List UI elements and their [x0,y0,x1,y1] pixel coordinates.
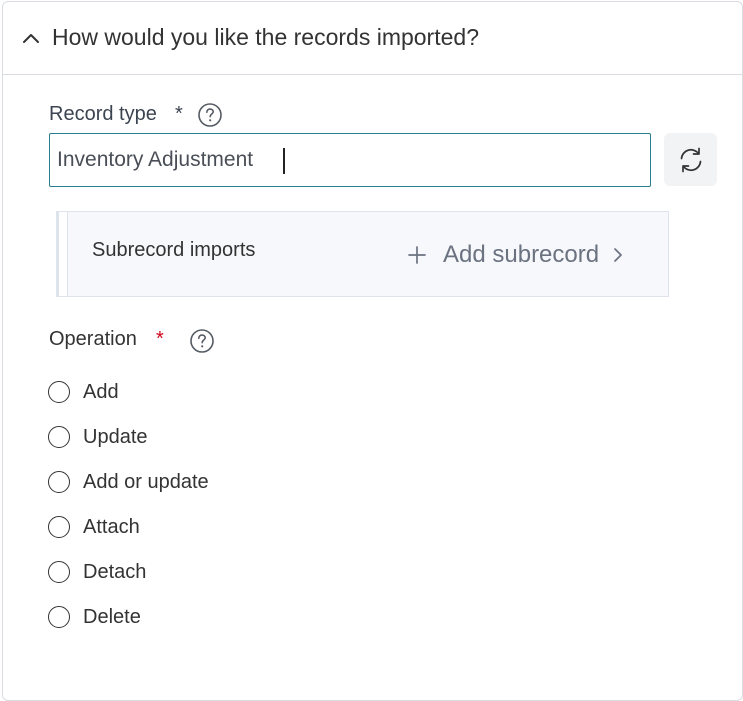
radio-label: Update [83,425,148,448]
operation-option-update[interactable]: Update [48,422,148,452]
operation-required-marker: * [156,328,164,350]
plus-icon [408,246,426,264]
chevron-up-icon[interactable] [20,28,42,50]
section-title: How would you like the records imported? [52,24,479,50]
radio-button[interactable] [48,561,70,583]
text-cursor [283,148,285,174]
record-type-help-icon[interactable] [197,102,223,128]
radio-label: Add [83,380,119,403]
radio-label: Attach [83,515,140,538]
record-type-required-marker: * [175,103,183,125]
radio-button[interactable] [48,516,70,538]
subrecord-inner-border [67,211,68,297]
radio-button[interactable] [48,426,70,448]
refresh-record-types-button[interactable] [664,133,717,186]
add-subrecord-button[interactable]: Add subrecord [406,238,627,272]
operation-option-add-or-update[interactable]: Add or update [48,467,209,497]
radio-label: Detach [83,560,147,583]
record-type-label: Record type [49,103,157,125]
refresh-icon [680,147,701,172]
subrecord-imports-label: Subrecord imports [92,239,256,261]
operation-option-detach[interactable]: Detach [48,557,146,587]
chevron-right-icon [614,248,622,262]
radio-label: Delete [83,605,141,628]
operation-label: Operation [49,328,137,350]
operation-option-add[interactable]: Add [48,377,119,407]
operation-option-delete[interactable]: Delete [48,602,141,632]
add-subrecord-label: Add subrecord [443,241,600,268]
radio-button[interactable] [48,381,70,403]
radio-label: Add or update [83,470,209,493]
radio-button[interactable] [48,471,70,493]
section-header[interactable]: How would you like the records imported? [3,2,742,75]
operation-option-attach[interactable]: Attach [48,512,140,542]
radio-button[interactable] [48,606,70,628]
operation-help-icon[interactable] [189,328,215,354]
record-type-input[interactable] [49,133,651,187]
